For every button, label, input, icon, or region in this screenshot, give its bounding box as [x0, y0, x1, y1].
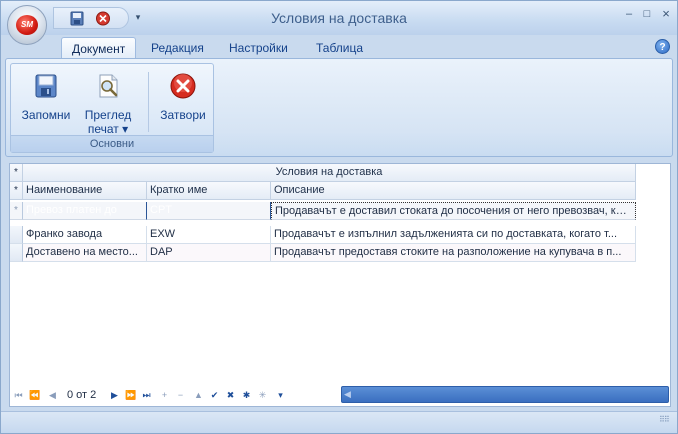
next-page-button[interactable]: ⏩ [125, 388, 136, 402]
tab-document[interactable]: Документ [61, 37, 137, 59]
end-edit-button[interactable]: ✔ [209, 388, 220, 402]
app-logo-icon: SM [16, 15, 38, 35]
help-icon[interactable]: ? [655, 39, 670, 54]
next-record-button[interactable]: ▶ [109, 388, 120, 402]
filter-button[interactable]: ▾ [275, 388, 286, 402]
first-record-button[interactable]: ⏮ [13, 388, 24, 402]
row-indicator: * [10, 164, 23, 182]
column-header-name[interactable]: Наименование [23, 182, 147, 200]
save-bookmark-button[interactable]: ✳ [257, 388, 268, 402]
column-header-description[interactable]: Описание [271, 182, 636, 200]
last-record-button[interactable]: ⏭ [141, 388, 152, 402]
window-title: Условия на доставка [271, 10, 407, 26]
cell-description[interactable]: Продавачът е изпълнил задълженията си по… [271, 226, 636, 244]
floppy-disk-icon [35, 74, 57, 98]
cell-description[interactable]: Продавачът е доставил стоката до посочен… [271, 202, 636, 220]
previous-page-button[interactable]: ⏪ [29, 388, 40, 402]
band-header-row: * Условия на доставка [10, 164, 636, 182]
tab-table[interactable]: Таблица [306, 37, 373, 59]
row-indicator [10, 244, 23, 262]
cell-short[interactable]: DAP [147, 244, 271, 262]
ribbon-group-label: Основни [11, 135, 213, 152]
tab-edit[interactable]: Редакция [141, 37, 214, 59]
close-window-button[interactable]: × [658, 7, 674, 21]
print-preview-button[interactable]: Преглед печат ▾ [83, 68, 133, 136]
edit-record-button[interactable]: ▲ [193, 388, 204, 402]
delete-record-button[interactable]: − [175, 388, 186, 402]
save-label: Запомни [21, 108, 71, 122]
close-button[interactable]: Затвори [157, 68, 209, 134]
refresh-button[interactable]: ✱ [241, 388, 252, 402]
record-counter: 0 от 2 [67, 389, 97, 401]
preview-label: Преглед [84, 108, 132, 122]
status-bar: ⠿⠿ [1, 411, 677, 433]
close-label: Затвори [160, 108, 206, 122]
horizontal-scrollbar[interactable]: ◀ [341, 386, 669, 403]
new-item-row[interactable]: * Превоз платен до CPT Продавачът е дост… [10, 202, 636, 220]
row-indicator: * [10, 182, 23, 200]
column-header-row: * Наименование Кратко име Описание [10, 182, 636, 200]
scroll-left-icon[interactable]: ◀ [344, 388, 356, 401]
cell-short[interactable]: EXW [147, 226, 271, 244]
cancel-edit-button[interactable]: ✖ [225, 388, 236, 402]
minimize-button[interactable]: – [621, 7, 637, 21]
cell-description[interactable]: Продавачът предоставя стоките на разполо… [271, 244, 636, 262]
print-preview-icon [99, 74, 118, 98]
tab-settings[interactable]: Настройки [219, 37, 298, 59]
cell-short[interactable]: CPT [147, 202, 271, 220]
app-window: SM ▾ Условия на доставка – □ × Документ … [0, 0, 678, 434]
row-indicator [10, 226, 23, 244]
ribbon-panel: Запомни Преглед печат ▾ Затвори Основни [5, 58, 673, 157]
close-circle-icon [170, 73, 196, 99]
grid-panel: * Условия на доставка * Наименование Кра… [9, 163, 671, 407]
save-button[interactable]: Запомни [19, 68, 73, 134]
row-indicator: * [10, 202, 23, 220]
title-bar: SM ▾ Условия на доставка – □ × [1, 1, 677, 45]
ribbon-tabs: Документ Редакция Настройки Таблица [1, 35, 677, 59]
append-record-button[interactable]: + [159, 388, 170, 402]
application-menu-button[interactable]: SM [7, 5, 47, 45]
preview-label-dropdown: печат ▾ [87, 122, 129, 136]
cell-name[interactable]: Доставено на место... [23, 244, 147, 262]
cell-name[interactable]: Превоз платен до [23, 202, 147, 220]
resize-grip-icon[interactable]: ⠿⠿ [659, 416, 673, 430]
table-row[interactable]: Франко завода EXW Продавачът е изпълнил … [10, 226, 636, 244]
column-header-short[interactable]: Кратко име [147, 182, 271, 200]
maximize-button[interactable]: □ [639, 7, 655, 21]
table-row[interactable]: Доставено на место... DAP Продавачът пре… [10, 244, 636, 262]
cell-name[interactable]: Франко завода [23, 226, 147, 244]
ribbon-group-main: Запомни Преглед печат ▾ Затвори Основни [10, 63, 214, 153]
band-header: Условия на доставка [23, 164, 636, 182]
record-navigator: ⏮ ⏪ ◀ 0 от 2 ▶ ⏩ ⏭ + − ▲ ✔ ✖ ✱ ✳ ▾ [11, 385, 337, 405]
ribbon-separator [148, 72, 149, 132]
previous-record-button[interactable]: ◀ [47, 388, 58, 402]
